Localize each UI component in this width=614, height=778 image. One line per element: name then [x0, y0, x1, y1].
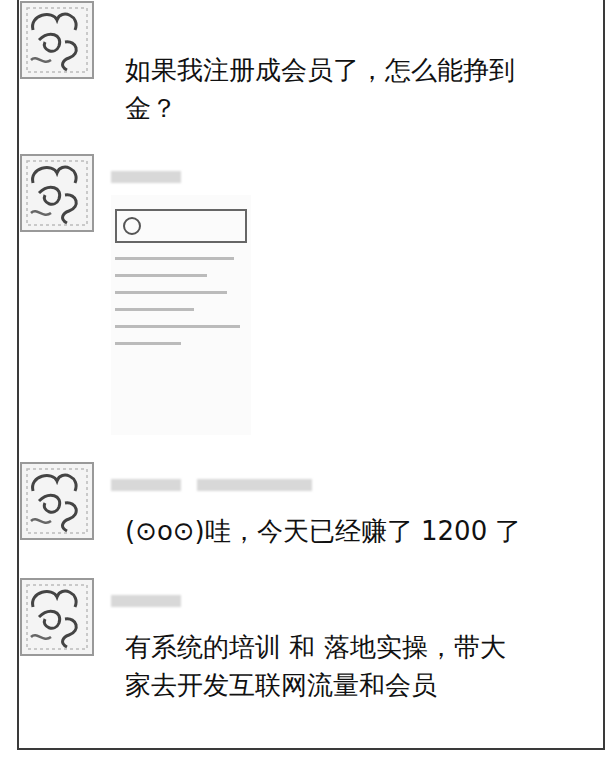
- name-line: [111, 163, 251, 191]
- screenshot-card: [115, 209, 247, 243]
- chat-message: [19, 153, 603, 435]
- chat-message: 如果我注册成会员了，怎么能挣到金？: [19, 0, 603, 127]
- screenshot-image[interactable]: [111, 195, 251, 435]
- screenshot-line: [115, 274, 207, 277]
- message-text: 有系统的培训 和 落地实操，带大家去开发互联网流量和会员: [111, 629, 525, 704]
- avatar-icon: [19, 153, 95, 233]
- screenshot-line: [115, 291, 227, 294]
- screenshot-line: [115, 257, 234, 260]
- screenshot-line: [115, 342, 181, 345]
- screenshot-line: [115, 325, 240, 328]
- redacted-name: [111, 171, 181, 183]
- chat-frame: 如果我注册成会员了，怎么能挣到金？ (⊙o⊙)哇，今天已经赚了 1200 了有系统…: [17, 0, 605, 750]
- redacted-name: [111, 479, 181, 491]
- message-content: [111, 153, 251, 435]
- chat-message: (⊙o⊙)哇，今天已经赚了 1200 了: [19, 461, 603, 551]
- screenshot-line: [115, 308, 194, 311]
- message-text: (⊙o⊙)哇，今天已经赚了 1200 了: [111, 513, 521, 551]
- name-line: [111, 587, 525, 615]
- screenshot-avatar-icon: [123, 217, 141, 235]
- message-content: (⊙o⊙)哇，今天已经赚了 1200 了: [111, 461, 521, 551]
- message-content: 有系统的培训 和 落地实操，带大家去开发互联网流量和会员: [111, 577, 525, 704]
- redacted-name: [197, 479, 312, 491]
- redacted-name: [111, 595, 181, 607]
- message-content: 如果我注册成会员了，怎么能挣到金？: [111, 0, 525, 127]
- avatar-icon: [19, 577, 95, 657]
- chat-message: 有系统的培训 和 落地实操，带大家去开发互联网流量和会员: [19, 577, 603, 704]
- avatar-icon: [19, 0, 95, 80]
- avatar-icon: [19, 461, 95, 541]
- message-text: 如果我注册成会员了，怎么能挣到金？: [111, 52, 525, 127]
- name-line: [111, 471, 521, 499]
